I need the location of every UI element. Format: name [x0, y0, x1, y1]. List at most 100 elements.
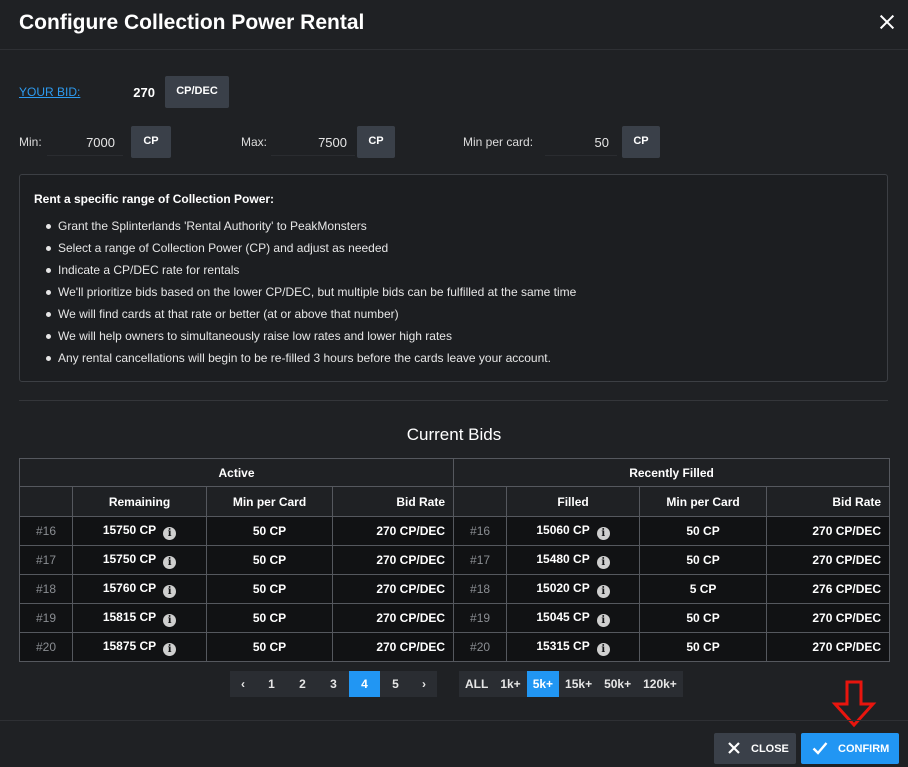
- filled-rate-cell: 270 CP/DEC: [766, 545, 891, 575]
- filled-rate-header: Bid Rate: [766, 486, 891, 517]
- filled-min-cell: 50 CP: [639, 545, 768, 575]
- filled-index-header: [453, 486, 508, 517]
- info-icon[interactable]: i: [163, 613, 177, 627]
- confirm-button[interactable]: CONFIRM: [801, 733, 899, 764]
- pagination: ‹ 1 2 3 4 5 ›: [230, 671, 437, 697]
- filled-value: 15045 CP: [536, 609, 590, 624]
- active-rate-cell: 270 CP/DEC: [331, 516, 455, 546]
- info-icon[interactable]: i: [596, 526, 610, 540]
- filled-header-col: Filled: [506, 486, 641, 517]
- filled-value: 15315 CP: [536, 638, 590, 653]
- active-min-cell: 50 CP: [206, 574, 333, 604]
- filled-index: #16: [453, 516, 508, 546]
- info-icon[interactable]: i: [163, 555, 177, 569]
- filled-index: #17: [453, 545, 508, 575]
- filled-rate-cell: 276 CP/DEC: [766, 574, 891, 604]
- list-item: Select a range of Collection Power (CP) …: [34, 241, 576, 263]
- page-button-4[interactable]: 4: [349, 671, 380, 697]
- info-icon[interactable]: i: [163, 526, 177, 540]
- filled-cell: 15045 CP i: [506, 603, 641, 633]
- filled-min-header: Min per Card: [639, 486, 768, 517]
- filled-value: 15060 CP: [536, 522, 590, 537]
- prev-page-button[interactable]: ‹: [230, 671, 256, 697]
- divider: [19, 400, 888, 401]
- remaining-cell: 15875 CP i: [72, 632, 207, 662]
- info-icon[interactable]: i: [163, 584, 177, 598]
- active-header: Active: [18, 458, 455, 487]
- filled-min-cell: 5 CP: [639, 574, 768, 604]
- filled-min-cell: 50 CP: [639, 516, 768, 546]
- table-row: #18 15760 CP i 50 CP 270 CP/DEC #18 15020…: [19, 574, 891, 604]
- filled-rate-cell: 270 CP/DEC: [766, 516, 891, 546]
- bids-table: Active Recently Filled Remaining Min per…: [18, 458, 891, 662]
- filled-min-cell: 50 CP: [639, 632, 768, 662]
- dialog-title: Configure Collection Power Rental: [19, 11, 365, 34]
- remaining-value: 15750 CP: [102, 522, 157, 537]
- info-icon[interactable]: i: [596, 555, 610, 569]
- remaining-value: 15750 CP: [102, 551, 157, 566]
- active-index: #19: [19, 603, 73, 633]
- per-card-input[interactable]: 50: [545, 128, 617, 156]
- list-item: Indicate a CP/DEC rate for rentals: [34, 263, 576, 285]
- filled-value: 15480 CP: [536, 551, 590, 566]
- remaining-cell: 15760 CP i: [72, 574, 207, 604]
- table-row: #19 15815 CP i 50 CP 270 CP/DEC #19 15045…: [19, 603, 891, 633]
- active-min-cell: 50 CP: [206, 603, 333, 633]
- table-row: #20 15875 CP i 50 CP 270 CP/DEC #20 15315…: [19, 632, 891, 662]
- close-button[interactable]: CLOSE: [714, 733, 796, 764]
- max-unit-button[interactable]: CP: [357, 126, 395, 158]
- close-button-label: CLOSE: [751, 743, 789, 755]
- filter-all[interactable]: ALL: [459, 671, 495, 697]
- active-min-cell: 50 CP: [206, 632, 333, 662]
- check-icon: [812, 742, 828, 755]
- bid-input[interactable]: 270: [103, 78, 163, 106]
- min-unit-button[interactable]: CP: [131, 126, 171, 158]
- page-button-2[interactable]: 2: [287, 671, 318, 697]
- info-box: Rent a specific range of Collection Powe…: [19, 174, 888, 382]
- filter-15k[interactable]: 15k+: [559, 671, 599, 697]
- next-page-button[interactable]: ›: [411, 671, 437, 697]
- bid-unit-button[interactable]: CP/DEC: [165, 76, 229, 108]
- remaining-value: 15875 CP: [102, 638, 157, 653]
- close-icon[interactable]: [876, 11, 898, 33]
- active-min-cell: 50 CP: [206, 516, 333, 546]
- max-label: Max:: [241, 135, 268, 149]
- info-icon[interactable]: i: [596, 613, 610, 627]
- remaining-header: Remaining: [72, 486, 207, 517]
- min-input[interactable]: 7000: [47, 128, 123, 156]
- page-button-3[interactable]: 3: [318, 671, 349, 697]
- info-icon[interactable]: i: [163, 642, 177, 656]
- active-rate-cell: 270 CP/DEC: [331, 545, 455, 575]
- remaining-value: 15760 CP: [102, 580, 157, 595]
- size-filters: ALL 1k+ 5k+ 15k+ 50k+ 120k+: [459, 671, 683, 697]
- filled-index: #20: [453, 632, 508, 662]
- per-card-unit-button[interactable]: CP: [622, 126, 660, 158]
- filter-1k[interactable]: 1k+: [494, 671, 527, 697]
- filled-rate-cell: 270 CP/DEC: [766, 632, 891, 662]
- range-row: Min: 7000 CP Max: 7500 CP Min per card: …: [19, 126, 899, 158]
- page-button-5[interactable]: 5: [380, 671, 411, 697]
- filled-cell: 15060 CP i: [506, 516, 641, 546]
- max-input[interactable]: 7500: [271, 128, 355, 156]
- remaining-cell: 15750 CP i: [72, 516, 207, 546]
- active-index: #17: [19, 545, 73, 575]
- info-icon[interactable]: i: [596, 642, 610, 656]
- filter-5k[interactable]: 5k+: [526, 671, 560, 697]
- active-rate-cell: 270 CP/DEC: [331, 632, 455, 662]
- filter-120k[interactable]: 120k+: [637, 671, 683, 697]
- current-bids-title: Current Bids: [406, 425, 502, 444]
- filter-50k[interactable]: 50k+: [598, 671, 638, 697]
- active-index: #16: [19, 516, 73, 546]
- filled-cell: 15480 CP i: [506, 545, 641, 575]
- your-bid-link[interactable]: YOUR BID:: [19, 85, 80, 99]
- min-label: Min:: [19, 135, 42, 149]
- dialog-header: Configure Collection Power Rental: [0, 0, 908, 50]
- remaining-value: 15815 CP: [102, 609, 157, 624]
- active-min-cell: 50 CP: [206, 545, 333, 575]
- remaining-cell: 15815 CP i: [72, 603, 207, 633]
- page-button-1[interactable]: 1: [256, 671, 287, 697]
- list-item: We will help owners to simultaneously ra…: [34, 329, 576, 351]
- info-title: Rent a specific range of Collection Powe…: [34, 192, 275, 206]
- info-icon[interactable]: i: [596, 584, 610, 598]
- list-item: Any rental cancellations will begin to b…: [34, 351, 576, 373]
